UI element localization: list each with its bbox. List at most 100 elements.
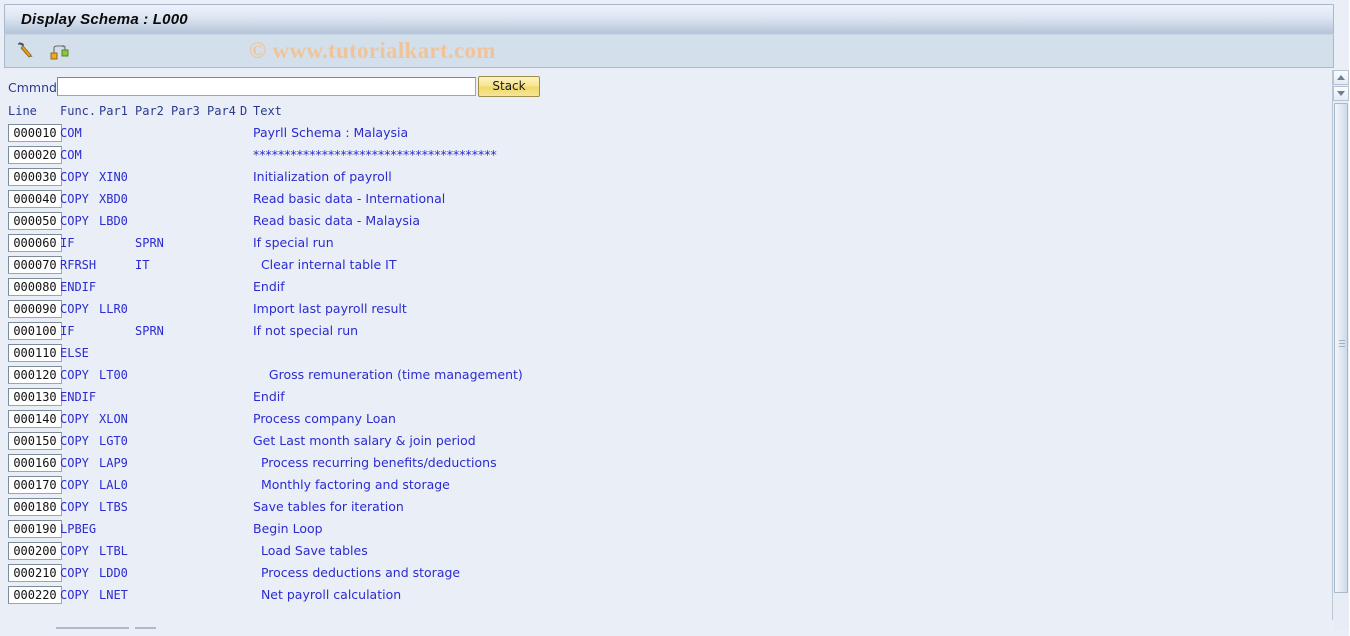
cell-par1[interactable]: XIN0: [99, 170, 128, 184]
cell-func[interactable]: COPY: [60, 456, 89, 470]
cell-par1[interactable]: LTBS: [99, 500, 128, 514]
stack-button[interactable]: Stack: [478, 76, 540, 97]
line-number-field[interactable]: [8, 586, 62, 604]
line-number-field[interactable]: [8, 256, 62, 274]
cell-func[interactable]: ELSE: [60, 346, 89, 360]
cell-func[interactable]: COM: [60, 126, 82, 140]
cell-text[interactable]: Net payroll calculation: [253, 587, 401, 602]
cell-func[interactable]: COPY: [60, 566, 89, 580]
cell-func[interactable]: COPY: [60, 192, 89, 206]
cell-par1[interactable]: LGT0: [99, 434, 128, 448]
cell-text[interactable]: Clear internal table IT: [253, 257, 397, 272]
column-header-line: Line: [8, 104, 37, 118]
cell-par1[interactable]: LTBL: [99, 544, 128, 558]
line-number-field[interactable]: [8, 542, 62, 560]
line-number-field[interactable]: [8, 168, 62, 186]
cell-par1[interactable]: XBD0: [99, 192, 128, 206]
horizontal-scrollbar-right-arrow[interactable]: [135, 627, 156, 629]
scroll-up-icon[interactable]: [1333, 70, 1349, 85]
cell-text[interactable]: Process deductions and storage: [253, 565, 460, 580]
cell-text[interactable]: Save tables for iteration: [253, 499, 404, 514]
table-row: COPY LGT0 Get Last month salary & join per…: [0, 431, 1315, 453]
cell-par1[interactable]: LDD0: [99, 566, 128, 580]
cell-func[interactable]: IF: [60, 324, 74, 338]
cell-par1[interactable]: LAP9: [99, 456, 128, 470]
cell-text[interactable]: If special run: [253, 235, 334, 250]
edit-pencil-icon[interactable]: [14, 40, 38, 62]
cell-func[interactable]: COPY: [60, 500, 89, 514]
line-number-field[interactable]: [8, 344, 62, 362]
cell-par1[interactable]: LLR0: [99, 302, 128, 316]
cell-func[interactable]: ENDIF: [60, 390, 96, 404]
line-number-field[interactable]: [8, 476, 62, 494]
cell-par1[interactable]: LNET: [99, 588, 128, 602]
command-input[interactable]: [57, 77, 476, 96]
vertical-scrollbar-track[interactable]: [1333, 103, 1349, 630]
cell-func[interactable]: COPY: [60, 214, 89, 228]
cell-text[interactable]: If not special run: [253, 323, 358, 338]
scroll-down-icon[interactable]: [1333, 86, 1349, 101]
table-row: ENDIF Endif: [0, 387, 1315, 409]
line-number-field[interactable]: [8, 432, 62, 450]
cell-func[interactable]: COM: [60, 148, 82, 162]
cell-text[interactable]: Begin Loop: [253, 521, 323, 536]
cell-text[interactable]: Load Save tables: [253, 543, 368, 558]
line-number-field[interactable]: [8, 454, 62, 472]
cell-par1[interactable]: LT00: [99, 368, 128, 382]
cell-func[interactable]: COPY: [60, 368, 89, 382]
cell-text[interactable]: Process recurring benefits/deductions: [253, 455, 497, 470]
cell-par1[interactable]: LBD0: [99, 214, 128, 228]
line-number-field[interactable]: [8, 234, 62, 252]
cell-text[interactable]: Get Last month salary & join period: [253, 433, 476, 448]
cell-par1[interactable]: LAL0: [99, 478, 128, 492]
cell-text[interactable]: Initialization of payroll: [253, 169, 392, 184]
cell-text[interactable]: Import last payroll result: [253, 301, 407, 316]
horizontal-scrollbar-thumb[interactable]: [77, 627, 129, 629]
cell-func[interactable]: RFRSH: [60, 258, 96, 272]
cell-func[interactable]: COPY: [60, 302, 89, 316]
horizontal-scrollbar[interactable]: [0, 620, 1334, 636]
cell-par2[interactable]: IT: [135, 258, 149, 272]
line-number-field[interactable]: [8, 212, 62, 230]
column-header-func: Func.: [60, 104, 97, 118]
cell-text[interactable]: Process company Loan: [253, 411, 396, 426]
line-number-field[interactable]: [8, 278, 62, 296]
table-row: ENDIF Endif: [0, 277, 1315, 299]
cell-func[interactable]: COPY: [60, 588, 89, 602]
cell-func[interactable]: COPY: [60, 544, 89, 558]
line-number-field[interactable]: [8, 300, 62, 318]
cell-func[interactable]: LPBEG: [60, 522, 96, 536]
cell-par1[interactable]: XLON: [99, 412, 128, 426]
line-number-field[interactable]: [8, 410, 62, 428]
cell-func[interactable]: COPY: [60, 434, 89, 448]
schema-structure-icon[interactable]: [48, 40, 72, 62]
vertical-scrollbar[interactable]: [1332, 70, 1349, 630]
cell-func[interactable]: ENDIF: [60, 280, 96, 294]
line-number-field[interactable]: [8, 520, 62, 538]
table-row: COPY LLR0 Import last payroll result: [0, 299, 1315, 321]
line-number-field[interactable]: [8, 388, 62, 406]
line-number-field[interactable]: [8, 366, 62, 384]
line-number-field[interactable]: [8, 146, 62, 164]
cell-func[interactable]: COPY: [60, 478, 89, 492]
cell-text[interactable]: Monthly factoring and storage: [253, 477, 450, 492]
cell-text[interactable]: Payrll Schema : Malaysia: [253, 125, 408, 140]
cell-par2[interactable]: SPRN: [135, 236, 164, 250]
cell-text[interactable]: Read basic data - International: [253, 191, 445, 206]
cell-text[interactable]: ***************************************: [253, 147, 497, 162]
table-row: COPY LDD0 Process deductions and storage: [0, 563, 1315, 585]
line-number-field[interactable]: [8, 190, 62, 208]
cell-text[interactable]: Endif: [253, 389, 285, 404]
vertical-scrollbar-thumb[interactable]: [1334, 103, 1348, 593]
line-number-field[interactable]: [8, 322, 62, 340]
cell-text[interactable]: Read basic data - Malaysia: [253, 213, 420, 228]
cell-func[interactable]: IF: [60, 236, 74, 250]
line-number-field[interactable]: [8, 124, 62, 142]
cell-text[interactable]: Gross remuneration (time management): [253, 367, 523, 382]
cell-func[interactable]: COPY: [60, 170, 89, 184]
cell-text[interactable]: Endif: [253, 279, 285, 294]
line-number-field[interactable]: [8, 564, 62, 582]
cell-par2[interactable]: SPRN: [135, 324, 164, 338]
cell-func[interactable]: COPY: [60, 412, 89, 426]
line-number-field[interactable]: [8, 498, 62, 516]
